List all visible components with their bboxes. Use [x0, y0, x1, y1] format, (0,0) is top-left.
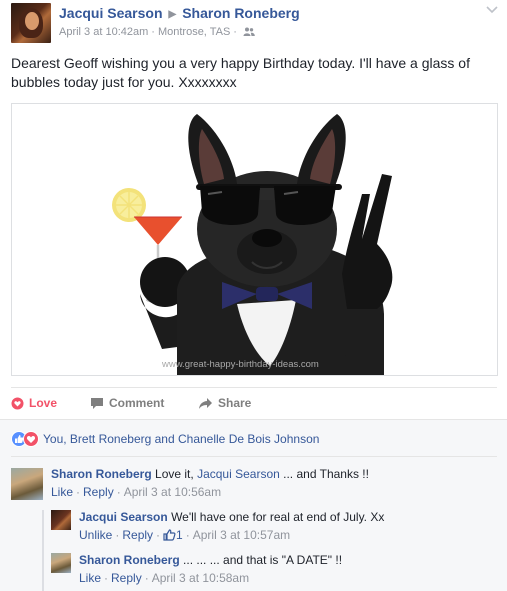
post-location[interactable]: Montrose, TAS — [158, 26, 230, 38]
dog-party-illustration — [112, 114, 393, 375]
comment-timestamp[interactable]: April 3 at 10:57am — [193, 528, 290, 542]
reactions-text: You, Brett Roneberg and Chanelle De Bois… — [43, 432, 320, 446]
comment-text-suffix: ... and Thanks !! — [283, 467, 369, 481]
post-meta: April 3 at 10:42am · Montrose, TAS · — [59, 26, 255, 38]
like-link[interactable]: Like — [79, 571, 101, 585]
chevron-down-icon[interactable] — [486, 6, 498, 14]
reply-link[interactable]: Reply — [83, 485, 114, 499]
post-header-names: Jacqui Searson ▶ Sharon Roneberg — [59, 5, 300, 21]
comment-button[interactable]: Comment — [90, 396, 164, 410]
post-card: Jacqui Searson ▶ Sharon Roneberg April 3 a… — [0, 0, 507, 591]
comment-timestamp[interactable]: April 3 at 10:56am — [124, 485, 221, 499]
mention-link[interactable]: Jacqui Searson — [197, 467, 280, 481]
love-label: Love — [29, 396, 58, 410]
love-button[interactable]: Love — [11, 396, 57, 410]
reply-like-count[interactable]: 1 — [176, 528, 183, 542]
comment-text: We'll have one for real at end of July. … — [171, 510, 385, 524]
post-photo[interactable]: www.great-happy-birthday-ideas.com — [11, 103, 498, 376]
reply-2: Sharon Roneberg ... ... ... and that is … — [79, 553, 343, 585]
comments-panel: You, Brett Roneberg and Chanelle De Bois… — [0, 419, 507, 591]
comment-1: Sharon Roneberg Love it, Jacqui Searson … — [51, 467, 369, 499]
reply-1: Jacqui Searson We'll have one for real a… — [79, 510, 385, 542]
comment-timestamp[interactable]: April 3 at 10:58am — [152, 571, 249, 585]
friends-icon[interactable] — [243, 27, 255, 36]
comment-icon — [91, 398, 103, 409]
comment-author-link[interactable]: Sharon Roneberg — [79, 553, 180, 567]
author-name-link[interactable]: Jacqui Searson — [59, 5, 163, 21]
comment-label: Comment — [109, 396, 165, 410]
heart-icon — [11, 397, 24, 410]
reply-thread-line — [42, 510, 44, 591]
love-reaction-icon — [23, 431, 39, 447]
comment-author-link[interactable]: Sharon Roneberg — [51, 467, 152, 481]
divider — [11, 456, 497, 457]
unlike-link[interactable]: Unlike — [79, 528, 112, 542]
target-name-link[interactable]: Sharon Roneberg — [182, 5, 299, 21]
share-label: Share — [218, 396, 252, 410]
share-icon — [199, 398, 212, 409]
post-text: Dearest Geoff wishing you a very happy B… — [11, 55, 470, 90]
reactions-summary[interactable]: You, Brett Roneberg and Chanelle De Bois… — [11, 431, 319, 447]
share-button[interactable]: Share — [198, 396, 251, 410]
author-avatar[interactable] — [11, 3, 51, 43]
post-actions-bar: Love Comment Share — [11, 387, 497, 418]
replier-avatar[interactable] — [51, 553, 71, 573]
arrow-right-icon: ▶ — [168, 9, 177, 20]
reply-link[interactable]: Reply — [111, 571, 142, 585]
comment-author-link[interactable]: Jacqui Searson — [79, 510, 168, 524]
photo-watermark: www.great-happy-birthday-ideas.com — [162, 359, 319, 370]
like-link[interactable]: Like — [51, 485, 73, 499]
comment-text: ... ... ... and that is "A DATE" !! — [183, 553, 343, 567]
reply-link[interactable]: Reply — [122, 528, 153, 542]
thumbs-up-icon[interactable] — [163, 529, 176, 541]
commenter-avatar[interactable] — [11, 468, 43, 500]
post-timestamp[interactable]: April 3 at 10:42am — [59, 26, 148, 38]
comment-text: Love it, — [155, 467, 194, 481]
replier-avatar[interactable] — [51, 510, 71, 530]
